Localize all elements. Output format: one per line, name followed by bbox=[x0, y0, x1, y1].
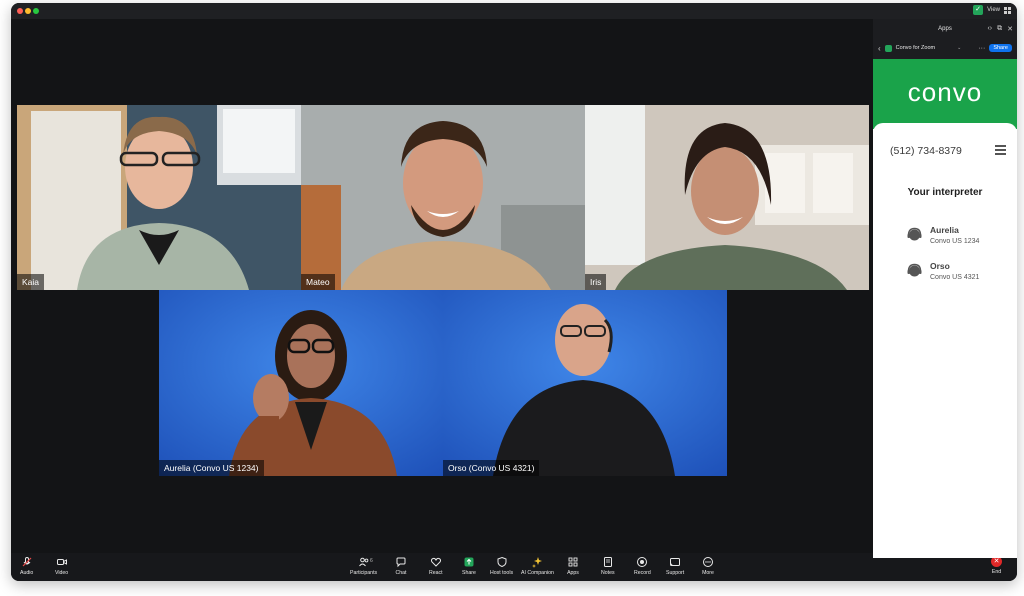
participants-label: Participants bbox=[350, 570, 378, 576]
record-icon bbox=[637, 557, 648, 567]
headset-icon bbox=[907, 227, 922, 241]
heart-icon bbox=[430, 557, 441, 567]
microphone-muted-icon bbox=[22, 557, 32, 567]
chat-button[interactable]: Chat bbox=[395, 556, 407, 576]
interpreter-card: (512) 734-8379 Your interpreter Aurelia … bbox=[873, 123, 1017, 558]
phone-number: (512) 734-8379 bbox=[890, 145, 962, 157]
interpreter-id: Convo US 4321 bbox=[930, 274, 980, 281]
interpreter-id: Convo US 1234 bbox=[930, 238, 980, 245]
end-label: End bbox=[991, 569, 1002, 575]
interpreter-name: Aurelia bbox=[930, 225, 959, 235]
participant-name-tag: Kaia bbox=[17, 274, 45, 290]
react-button[interactable]: React bbox=[429, 556, 443, 576]
hamburger-menu-icon[interactable] bbox=[995, 145, 1006, 155]
notes-button[interactable]: Notes bbox=[601, 556, 615, 576]
host-tools-button[interactable]: Host tools bbox=[490, 556, 513, 576]
chevron-down-icon[interactable]: ⌄ bbox=[957, 45, 961, 51]
notes-icon bbox=[603, 557, 612, 567]
gallery-grid-icon bbox=[1004, 6, 1011, 14]
video-tile-orso[interactable]: Orso (Convo US 4321) bbox=[443, 290, 727, 476]
panel-window-controls: ‹› ⧉ ✕ bbox=[987, 25, 1013, 33]
sparkle-icon bbox=[532, 557, 543, 568]
record-button[interactable]: Record bbox=[634, 556, 651, 576]
video-feed-mateo bbox=[301, 105, 585, 290]
support-cast-icon bbox=[670, 558, 681, 566]
video-feed-kaia bbox=[17, 105, 301, 290]
app-name[interactable]: Convo for Zoom bbox=[896, 45, 935, 51]
close-window-button[interactable] bbox=[17, 8, 23, 14]
video-camera-icon bbox=[56, 559, 67, 565]
more-options-icon[interactable]: ··· bbox=[978, 45, 985, 52]
video-tile-kaia[interactable]: Kaia bbox=[17, 105, 301, 290]
participants-icon bbox=[358, 557, 368, 567]
zoom-window: ✓ View Kaia Mateo Iris Aurelia (Convo US… bbox=[11, 3, 1017, 581]
participant-name-tag: Mateo bbox=[301, 274, 335, 290]
apps-side-panel: Apps ‹› ⧉ ✕ ‹ Convo for Zoom ⌄ ··· Share… bbox=[873, 19, 1017, 558]
host-tools-label: Host tools bbox=[490, 570, 514, 576]
participant-count: 6 bbox=[370, 558, 373, 564]
video-tile-aurelia[interactable]: Aurelia (Convo US 1234) bbox=[159, 290, 443, 476]
support-label: Support bbox=[666, 570, 685, 576]
security-shield-icon[interactable]: ✓ bbox=[973, 5, 984, 15]
apps-button[interactable]: Apps bbox=[567, 556, 579, 576]
ai-companion-label: AI Companion bbox=[521, 570, 554, 576]
shield-icon bbox=[497, 556, 507, 568]
view-control[interactable]: ✓ View bbox=[973, 5, 1011, 15]
chat-label: Chat bbox=[395, 570, 407, 576]
video-gallery: Kaia Mateo Iris Aurelia (Convo US 1234) … bbox=[11, 19, 873, 553]
video-feed-aurelia bbox=[159, 290, 443, 476]
participants-button[interactable]: Participants bbox=[350, 556, 377, 576]
video-feed-iris bbox=[585, 105, 869, 290]
participant-name-tag: Aurelia (Convo US 1234) bbox=[159, 460, 264, 476]
notes-label: Notes bbox=[601, 570, 615, 576]
share-label: Share bbox=[462, 570, 476, 576]
apps-label: Apps bbox=[567, 570, 579, 576]
popout-icon[interactable]: ⧉ bbox=[997, 25, 1002, 33]
view-label[interactable]: View bbox=[987, 7, 1000, 13]
react-label: React bbox=[429, 570, 443, 576]
video-tile-mateo[interactable]: Mateo bbox=[301, 105, 585, 290]
meeting-toolbar: Audio Video Participants 6 Chat React Sh… bbox=[11, 553, 873, 581]
interpreter-heading: Your interpreter bbox=[907, 187, 983, 198]
close-icon[interactable]: ✕ bbox=[1007, 25, 1013, 33]
share-screen-icon bbox=[464, 557, 474, 567]
support-button[interactable]: Support bbox=[666, 556, 684, 576]
share-app-button[interactable]: Share bbox=[989, 44, 1012, 52]
convo-brand-bar: convo bbox=[873, 59, 1017, 129]
more-label: More bbox=[702, 570, 714, 576]
participant-name-tag: Iris bbox=[585, 274, 607, 290]
interpreter-name: Orso bbox=[930, 261, 950, 271]
video-button[interactable]: Video bbox=[55, 556, 68, 576]
apps-panel-header: Apps ‹› ⧉ ✕ ‹ Convo for Zoom ⌄ ··· Share bbox=[873, 19, 1017, 59]
video-tile-iris[interactable]: Iris bbox=[585, 105, 869, 290]
record-label: Record bbox=[634, 570, 651, 576]
interpreter-item: Orso Convo US 4321 bbox=[906, 261, 979, 281]
audio-label: Audio bbox=[20, 570, 34, 576]
video-label: Video bbox=[55, 570, 69, 576]
participant-name-tag: Orso (Convo US 4321) bbox=[443, 460, 540, 476]
end-meeting-button[interactable]: ✕ End bbox=[991, 556, 1002, 575]
code-icon[interactable]: ‹› bbox=[987, 25, 992, 33]
apps-grid-icon bbox=[568, 557, 578, 567]
more-dots-icon bbox=[703, 557, 713, 567]
ai-companion-button[interactable]: AI Companion bbox=[521, 556, 554, 576]
back-chevron-icon[interactable]: ‹ bbox=[878, 44, 881, 53]
share-screen-button[interactable]: Share bbox=[462, 556, 476, 576]
headset-icon bbox=[907, 263, 922, 277]
maximize-window-button[interactable] bbox=[33, 8, 39, 14]
more-button[interactable]: More bbox=[702, 556, 714, 576]
convo-app-logo-icon bbox=[884, 44, 892, 52]
interpreter-item: Aurelia Convo US 1234 bbox=[906, 225, 979, 245]
app-selector-row: ‹ Convo for Zoom ⌄ ··· Share bbox=[878, 42, 1012, 54]
video-feed-orso bbox=[443, 290, 727, 476]
convo-logo: convo bbox=[907, 77, 983, 107]
title-bar: ✓ View bbox=[11, 3, 1017, 19]
audio-button[interactable]: Audio bbox=[20, 556, 33, 576]
chat-bubble-icon bbox=[396, 557, 406, 568]
minimize-window-button[interactable] bbox=[25, 8, 31, 14]
